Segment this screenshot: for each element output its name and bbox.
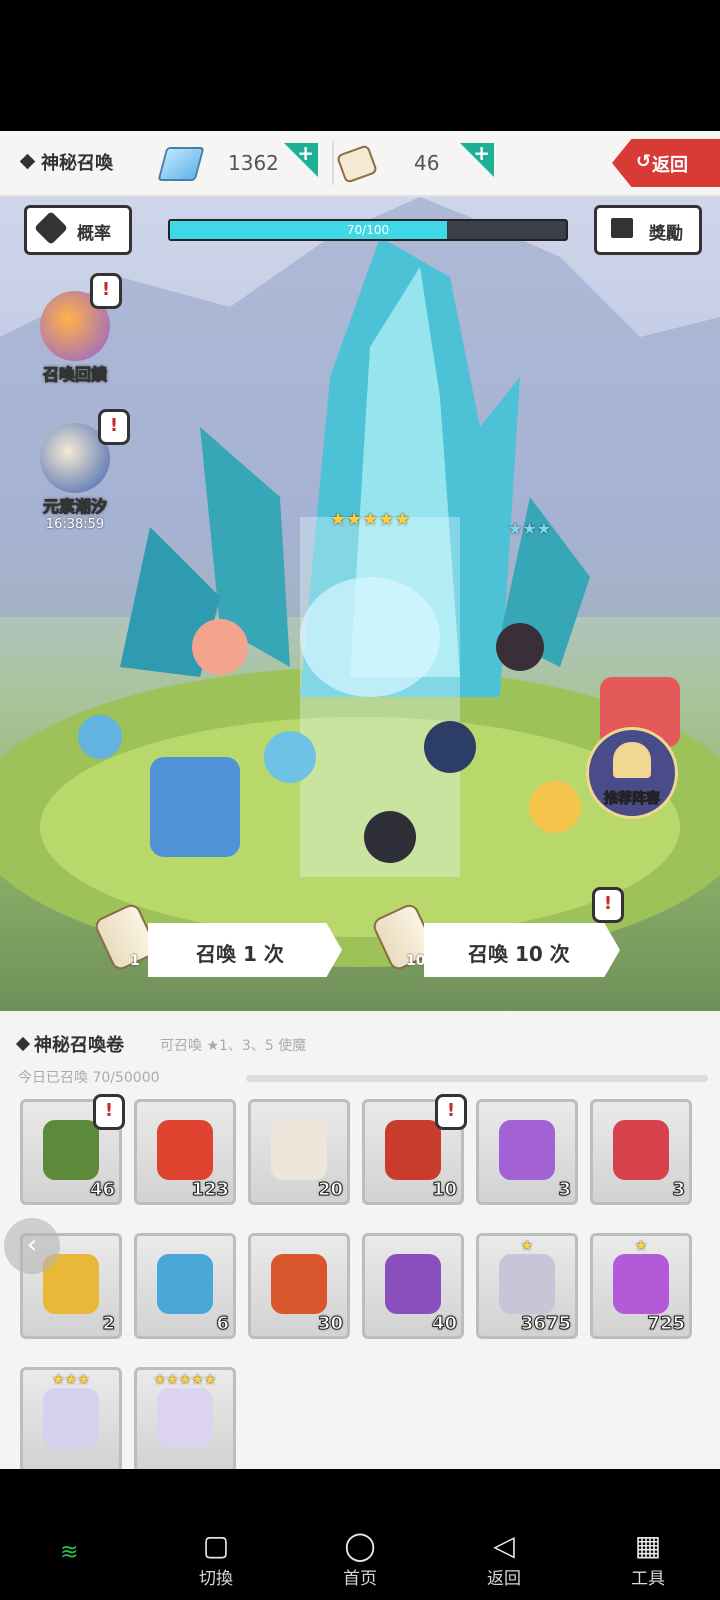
item-slot[interactable]: 20: [248, 1099, 350, 1205]
three-star-rating: ★★★: [508, 519, 552, 538]
item-count: 3675: [520, 1313, 571, 1335]
progress-text: 70/100: [346, 223, 390, 237]
floating-toggle-button[interactable]: ‹: [4, 1218, 60, 1274]
page-title: 神秘召喚: [19, 149, 113, 175]
scroll-icon: [335, 144, 379, 184]
item-slot[interactable]: ★ 3675: [476, 1233, 578, 1339]
element-tide-button[interactable]: 元素潮汐 16:38:59 !: [30, 409, 130, 532]
gem-resource: 1362 +: [157, 143, 330, 183]
grid-icon: ▦: [634, 1529, 662, 1562]
back-button[interactable]: ↺ 返回: [612, 139, 720, 187]
circle-icon: ◯: [344, 1529, 376, 1562]
scroll-item-icon: [385, 1120, 441, 1180]
summon-one-button[interactable]: 召喚 1 次: [148, 923, 342, 977]
item-slot[interactable]: ★★★★★: [134, 1367, 236, 1469]
chevron-left-icon: ‹: [26, 1230, 38, 1260]
star-rating: ★: [520, 1238, 534, 1254]
alert-badge: !: [98, 409, 130, 445]
daily-summon-count: 今日已召喚 70/50000: [18, 1070, 160, 1086]
game-screen: 神秘召喚 1362 + 46 + ↺ 返回 概率 70/100 獎勵 召喚回饋 …: [0, 131, 720, 1469]
inventory-title: 神秘召喚卷: [15, 1031, 124, 1057]
nav-switch-button[interactable]: ▢ 切換: [176, 1528, 256, 1589]
item-count: 3: [672, 1179, 685, 1201]
scroll-item-icon: [499, 1254, 555, 1314]
scroll-item-icon: [43, 1120, 99, 1180]
alert-badge: !: [93, 1094, 125, 1130]
item-count: 2: [102, 1313, 115, 1335]
item-count: 30: [317, 1313, 343, 1335]
item-count: 40: [431, 1313, 457, 1335]
summon-progress-bar: 70/100: [168, 219, 568, 241]
gift-icon: [611, 218, 633, 238]
scroll-item-icon: [271, 1120, 327, 1180]
item-count: 123: [191, 1179, 230, 1201]
wifi-icon: ≋: [60, 1540, 79, 1565]
star-rating: ★★★: [52, 1372, 90, 1388]
summon-one-cost: 1: [130, 953, 140, 969]
item-count: 10: [431, 1179, 457, 1201]
scroll-item-icon: [271, 1254, 327, 1314]
warning-icon: [34, 211, 68, 245]
item-slot[interactable]: 40: [362, 1233, 464, 1339]
item-count: 46: [89, 1179, 115, 1201]
scroll-item-icon: [613, 1254, 669, 1314]
item-count: 725: [647, 1313, 686, 1335]
alert-badge: !: [592, 887, 624, 923]
item-count: 20: [317, 1179, 343, 1201]
alert-badge: !: [435, 1094, 467, 1130]
scroll-item-icon: [43, 1388, 99, 1448]
item-slot[interactable]: 6: [134, 1233, 236, 1339]
triangle-back-icon: ◁: [493, 1529, 515, 1562]
scroll-resource: 46 +: [335, 143, 506, 184]
inventory-hint: 可召喚 ★1、3、5 使魔: [160, 1038, 307, 1054]
item-slot[interactable]: 3: [590, 1099, 692, 1205]
tide-timer: 16:38:59: [45, 517, 105, 532]
back-icon: ↺: [636, 151, 652, 172]
recommend-team-button[interactable]: 推荐阵容: [586, 727, 678, 819]
item-slot[interactable]: 123: [134, 1099, 236, 1205]
item-slot[interactable]: 10!: [362, 1094, 467, 1205]
scroll-inventory: 神秘召喚卷 可召喚 ★1、3、5 使魔 今日已召喚 70/50000 46! 12…: [0, 1011, 720, 1469]
summon-ten-button[interactable]: 召喚 10 次: [424, 923, 620, 977]
item-count: 6: [216, 1313, 229, 1335]
summon-feedback-button[interactable]: 召喚回饋 !: [30, 273, 122, 385]
star-rating: ★★★★★: [153, 1372, 217, 1388]
square-icon: ▢: [202, 1529, 230, 1562]
summon-scene: 概率 70/100 獎勵 召喚回饋 ! 元素潮汐 16:38:59 ! ★★★★…: [0, 197, 720, 1011]
daily-progress-bar: [246, 1075, 708, 1082]
item-slot[interactable]: 3: [476, 1099, 578, 1205]
gem-count: 1362: [228, 151, 279, 175]
scroll-item-icon: [157, 1254, 213, 1314]
scroll-item-icon: [385, 1254, 441, 1314]
team-icon: [613, 742, 651, 778]
top-bar: 神秘召喚 1362 + 46 + ↺ 返回: [0, 131, 720, 197]
system-nav-bar: ≋ ▢ 切換 ◯ 首页 ◁ 返回 ▦ 工具: [0, 1522, 720, 1600]
gem-icon: [157, 147, 205, 181]
scroll-item-icon: [613, 1120, 669, 1180]
scroll-count: 46: [414, 151, 440, 175]
item-count: 3: [558, 1179, 571, 1201]
nav-back-button[interactable]: ◁ 返回: [464, 1528, 544, 1589]
add-scrolls-button[interactable]: +: [460, 143, 494, 177]
scroll-item-icon: [499, 1120, 555, 1180]
item-slot[interactable]: 30: [248, 1233, 350, 1339]
scroll-item-icon: [157, 1388, 213, 1448]
add-gems-button[interactable]: +: [284, 143, 318, 177]
five-star-rating: ★★★★★: [330, 509, 411, 530]
alert-badge: !: [90, 273, 122, 309]
scroll-item-icon: [157, 1120, 213, 1180]
nav-tools-button[interactable]: ▦ 工具: [608, 1528, 688, 1589]
star-rating: ★: [634, 1238, 648, 1254]
nav-home-button[interactable]: ◯ 首页: [320, 1528, 400, 1589]
item-slot[interactable]: ★★★: [20, 1367, 122, 1469]
item-slot[interactable]: ★ 725: [590, 1233, 692, 1339]
item-slot[interactable]: 46!: [20, 1094, 125, 1205]
rate-button[interactable]: 概率: [24, 205, 132, 255]
reward-button[interactable]: 獎勵: [594, 205, 702, 255]
divider: [332, 141, 334, 185]
summon-ten-cost: 10: [406, 953, 426, 969]
